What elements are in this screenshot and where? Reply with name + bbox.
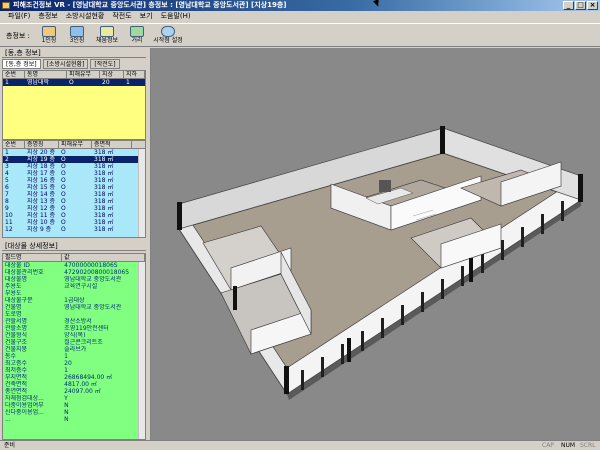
table-row[interactable]: 관할서명 경산소방서 xyxy=(3,318,145,325)
table-row[interactable]: 총연면적 24097.00 ㎡ xyxy=(3,388,145,395)
table-row[interactable]: 대상물 ID 4700000001806S xyxy=(3,262,145,269)
close-button[interactable]: × xyxy=(587,1,598,10)
detail-list: 대상물 ID 4700000001806S 대상물관리번호 4729020080001… xyxy=(3,262,145,439)
building-section-header: [동,층 정보] xyxy=(2,48,146,58)
window-title: 피해조건정보 VR - [영남대학교 중앙도서관] 층정보 : [영남대학교 중… xyxy=(13,1,287,9)
building-grid: 순번 동명 피해유무 지상 지하 1 영남대학 O 20 1 xyxy=(2,70,146,140)
fill-info-icon xyxy=(100,26,114,37)
table-row[interactable]: 다중이용업여부 N xyxy=(3,402,145,409)
table-row[interactable]: 8 지상 13 층 O 318 ㎡ xyxy=(3,198,145,205)
building-grid-header: 순번 동명 피해유무 지상 지하 xyxy=(3,71,145,79)
distance-icon xyxy=(130,26,144,37)
menu-fire-facilities[interactable]: 소방시설현황 xyxy=(62,11,109,22)
table-row[interactable]: 대상물구분 1급대상 xyxy=(3,297,145,304)
table-row[interactable]: 건물구조 철근콘크리트조 xyxy=(3,339,145,346)
table-row[interactable]: 건축면적 4817.00 ㎡ xyxy=(3,381,145,388)
menu-help[interactable]: 도움말(H) xyxy=(157,11,195,22)
panel-tabs: [동,층 정보] [소방시설현황] [작전도] xyxy=(2,59,146,69)
menu-bar: 파일(F) 층정보 소방시설현황 작전도 보기 도움말(H) xyxy=(0,11,600,22)
status-bar: 준비 CAP NUM SCRL xyxy=(0,440,600,450)
table-row[interactable]: 건물지붕 슬라브가 xyxy=(3,346,145,353)
table-row[interactable]: 대상물관리번호 47290200800018065 xyxy=(3,269,145,276)
menu-view[interactable]: 보기 xyxy=(136,11,157,22)
table-row[interactable]: 10 지상 11 층 O 318 ㎡ xyxy=(3,212,145,219)
detail-section-header: [대상물 상세정보] xyxy=(2,241,146,251)
tab-building-floor[interactable]: [동,층 정보] xyxy=(2,59,41,69)
status-text: 준비 xyxy=(4,442,16,449)
table-row[interactable]: 2 지상 19 층 O 318 ㎡ xyxy=(3,156,145,163)
table-row[interactable]: 주용도 교육연구시설 xyxy=(3,283,145,290)
tab-operation-map[interactable]: [작전도] xyxy=(90,59,120,69)
table-row[interactable]: 7 지상 14 층 O 318 ㎡ xyxy=(3,191,145,198)
minimize-button[interactable]: _ xyxy=(563,1,574,10)
floor-list-scrollbar[interactable] xyxy=(138,149,145,237)
table-row[interactable]: 12 지상 9 층 O 318 ㎡ xyxy=(3,226,145,233)
menu-file[interactable]: 파일(F) xyxy=(4,11,34,22)
table-row[interactable]: 1 지상 20 층 O 318 ㎡ xyxy=(3,149,145,156)
table-row[interactable]: 건물명 영남대학교 중앙도서관 xyxy=(3,304,145,311)
app-icon xyxy=(2,2,10,9)
scrl-indicator: SCRL xyxy=(580,442,596,449)
table-row[interactable]: 관할소명 조영119안전센터 xyxy=(3,325,145,332)
detail-grid: 필드명 값 대상물 ID 4700000001806S 대상물관리번호 4729020… xyxy=(2,253,146,440)
table-row[interactable]: ... N xyxy=(3,416,145,423)
third-person-button[interactable]: 3인칭 xyxy=(64,25,90,47)
application-window: 피해조건정보 VR - [영남대학교 중앙도서관] 층정보 : [영남대학교 중… xyxy=(0,0,600,450)
person-icon xyxy=(42,26,56,37)
table-row[interactable]: 건물형식 양식(목) xyxy=(3,332,145,339)
table-row[interactable]: 6 지상 15 층 O 318 ㎡ xyxy=(3,184,145,191)
info-panel: [동,층 정보] [동,층 정보] [소방시설현황] [작전도] 순번 동명 피… xyxy=(0,48,148,440)
floor-list: 1 지상 20 층 O 318 ㎡ 2 지상 19 층 O 318 ㎡ 3 지상 18 층 O 318… xyxy=(3,149,145,237)
table-row[interactable]: 최저층수 1 xyxy=(3,367,145,374)
start-point-button[interactable]: 시작점 설정 xyxy=(150,25,186,47)
toolbar: 층정보 : 1인칭 3인칭 채움정보 거리 시작점 설정 xyxy=(0,23,600,47)
3d-floor-viewport[interactable] xyxy=(150,48,600,440)
table-row[interactable]: 자체점검대상... Y xyxy=(3,395,145,402)
tab-fire-facilities[interactable]: [소방시설현황] xyxy=(42,59,89,69)
detail-grid-header: 필드명 값 xyxy=(3,254,145,262)
floor-grid: 순번 층명칭 피해유무 층면적 1 지상 20 층 O 318 ㎡ 2 지상 19 층O3… xyxy=(2,140,146,238)
table-row[interactable]: 도로명 xyxy=(3,311,145,318)
table-row[interactable]: 1 영남대학 O 20 1 xyxy=(3,79,145,86)
table-row[interactable]: 최고층수 20 xyxy=(3,360,145,367)
title-bar[interactable]: 피해조건정보 VR - [영남대학교 중앙도서관] 층정보 : [영남대학교 중… xyxy=(0,0,600,11)
table-row[interactable]: 신다중이용업... N xyxy=(3,409,145,416)
distance-button[interactable]: 거리 xyxy=(124,25,150,47)
table-row[interactable]: 5 지상 16 층 O 318 ㎡ xyxy=(3,177,145,184)
start-point-icon xyxy=(161,26,175,37)
floor-grid-header: 순번 층명칭 피해유무 층면적 xyxy=(3,141,145,149)
fill-info-button[interactable]: 채움정보 xyxy=(92,25,122,47)
floor-plan-3d-render xyxy=(177,126,583,400)
people-icon xyxy=(70,26,84,37)
table-row[interactable]: 부용도 xyxy=(3,290,145,297)
table-row[interactable]: 4 지상 17 층 O 318 ㎡ xyxy=(3,170,145,177)
table-row[interactable]: 부지면적 26868494.00 ㎡ xyxy=(3,374,145,381)
table-row[interactable]: 3 지상 18 층 O 318 ㎡ xyxy=(3,163,145,170)
detail-list-scrollbar[interactable] xyxy=(138,262,145,439)
table-row[interactable]: 동수 1 xyxy=(3,353,145,360)
num-indicator: NUM xyxy=(561,442,576,449)
table-row[interactable]: 9 지상 12 층 O 318 ㎡ xyxy=(3,205,145,212)
menu-floor-info[interactable]: 층정보 xyxy=(34,11,61,22)
maximize-button[interactable]: □ xyxy=(575,1,586,10)
table-row[interactable]: 11 지상 10 층 O 318 ㎡ xyxy=(3,219,145,226)
cap-indicator: CAP xyxy=(542,442,554,449)
table-row[interactable]: 대상물명 영남대학교 중앙도서관 xyxy=(3,276,145,283)
menu-operation-map[interactable]: 작전도 xyxy=(108,11,135,22)
toolbar-label: 층정보 : xyxy=(6,32,30,40)
first-person-button[interactable]: 1인칭 xyxy=(36,25,62,47)
elevator-opening xyxy=(379,180,391,192)
